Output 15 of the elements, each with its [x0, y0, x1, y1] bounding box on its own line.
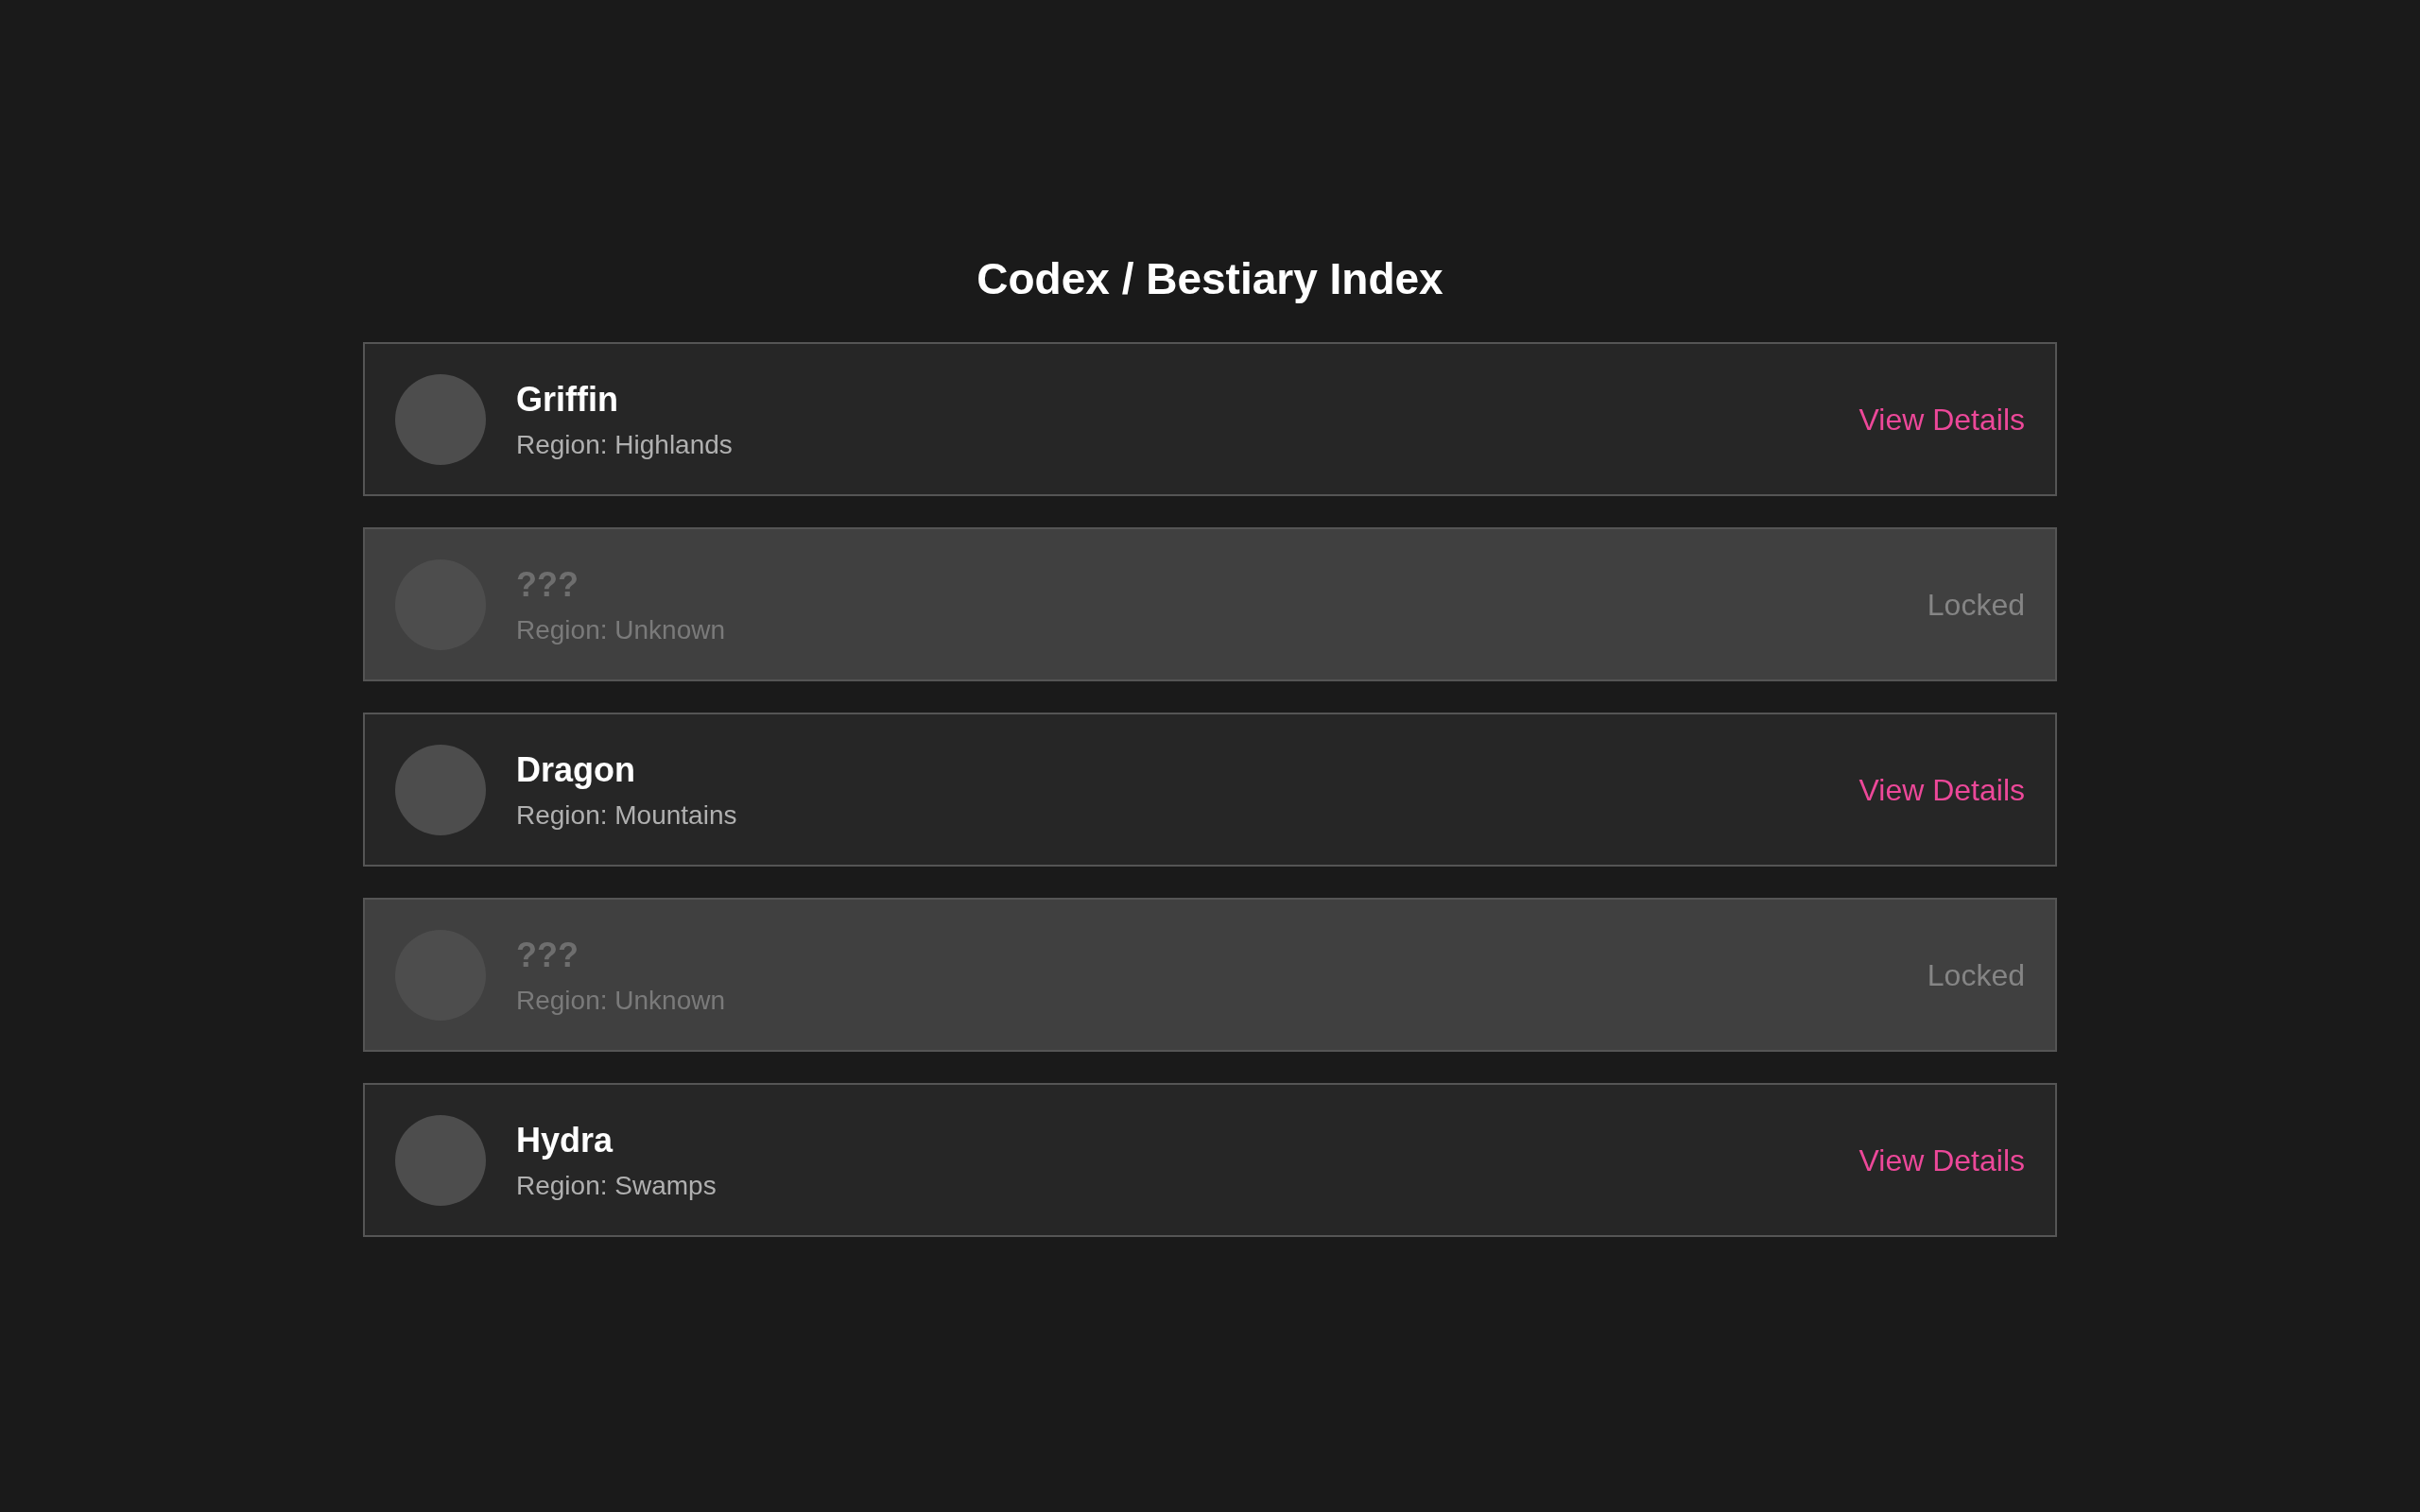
creature-region: Region: Unknown [516, 984, 726, 1017]
creature-region: Region: Unknown [516, 613, 726, 646]
creature-name: Hydra [516, 1119, 614, 1161]
view-details-link[interactable]: View Details [1858, 1143, 2025, 1177]
creature-name: ??? [516, 563, 579, 606]
creature-name: Griffin [516, 378, 619, 421]
locked-label: Locked [1927, 587, 2025, 622]
creature-region: Region: Mountains [516, 799, 737, 832]
creature-region: Region: Swamps [516, 1169, 717, 1202]
creature-name: ??? [516, 934, 579, 976]
creature-name: Dragon [516, 748, 636, 791]
creature-region: Region: Highlands [516, 428, 733, 461]
view-details-link[interactable]: View Details [1858, 402, 2025, 437]
locked-label: Locked [1927, 957, 2025, 992]
view-details-link[interactable]: View Details [1858, 772, 2025, 807]
